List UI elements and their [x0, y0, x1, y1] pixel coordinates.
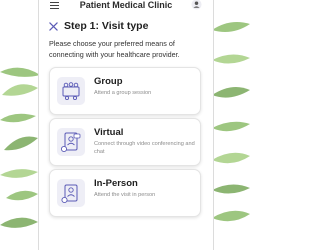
video-chat-icon — [57, 128, 85, 156]
option-card-virtual[interactable]: Virtual Connect through video conferenci… — [49, 118, 201, 166]
step-title: Step 1: Visit type — [64, 20, 149, 32]
option-card-group[interactable]: Group Attend a group session — [49, 67, 201, 115]
in-person-visit-icon — [57, 179, 85, 207]
option-description: Connect through video conferencing and c… — [94, 141, 195, 155]
close-icon[interactable] — [49, 21, 58, 31]
app-header: Patient Medical Clinic — [39, 0, 213, 13]
group-session-icon — [57, 77, 85, 105]
instructions-text: Please choose your preferred means of co… — [49, 39, 180, 59]
app-title: Patient Medical Clinic — [79, 0, 173, 10]
option-title: Group — [94, 76, 123, 87]
step-header: Step 1: Visit type — [49, 19, 148, 33]
phone-screen: Patient Medical Clinic Step 1: Visit typ… — [38, 0, 214, 250]
option-description: Attend the visit in person — [94, 192, 156, 198]
option-description: Attend a group session — [94, 90, 152, 96]
option-title: In-Person — [94, 178, 138, 189]
option-title: Virtual — [94, 127, 124, 138]
option-card-in-person[interactable]: In-Person Attend the visit in person — [49, 169, 201, 217]
user-icon[interactable] — [191, 0, 202, 10]
